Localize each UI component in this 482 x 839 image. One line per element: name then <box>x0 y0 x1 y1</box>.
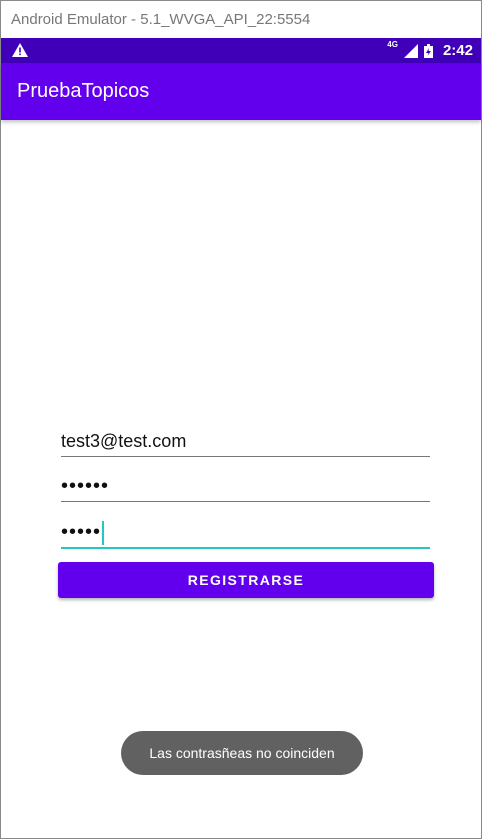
battery-icon <box>423 43 433 58</box>
text-cursor <box>102 520 105 545</box>
app-title: PruebaTopicos <box>17 80 150 102</box>
network-type: 4G <box>387 40 398 49</box>
app-bar: PruebaTopicos <box>1 63 481 120</box>
confirm-password-value: ••••• <box>61 521 102 543</box>
email-field[interactable]: test3@test.com <box>61 426 430 457</box>
confirm-password-field[interactable]: ••••• <box>61 517 430 549</box>
emulator-title: Android Emulator - 5.1_WVGA_API_22:5554 <box>1 1 481 38</box>
emulator-window: Android Emulator - 5.1_WVGA_API_22:5554 … <box>0 0 482 839</box>
register-button[interactable]: REGISTRARSE <box>58 562 434 598</box>
status-bar: 4G 2:42 <box>1 38 481 63</box>
password-field[interactable]: •••••• <box>61 471 430 502</box>
signal-icon <box>403 43 418 58</box>
status-time: 2:42 <box>442 42 473 59</box>
status-icons: 4G 2:42 <box>387 38 473 63</box>
toast-message: Las contrasñeas no coinciden <box>121 731 363 775</box>
warning-icon <box>12 43 28 57</box>
